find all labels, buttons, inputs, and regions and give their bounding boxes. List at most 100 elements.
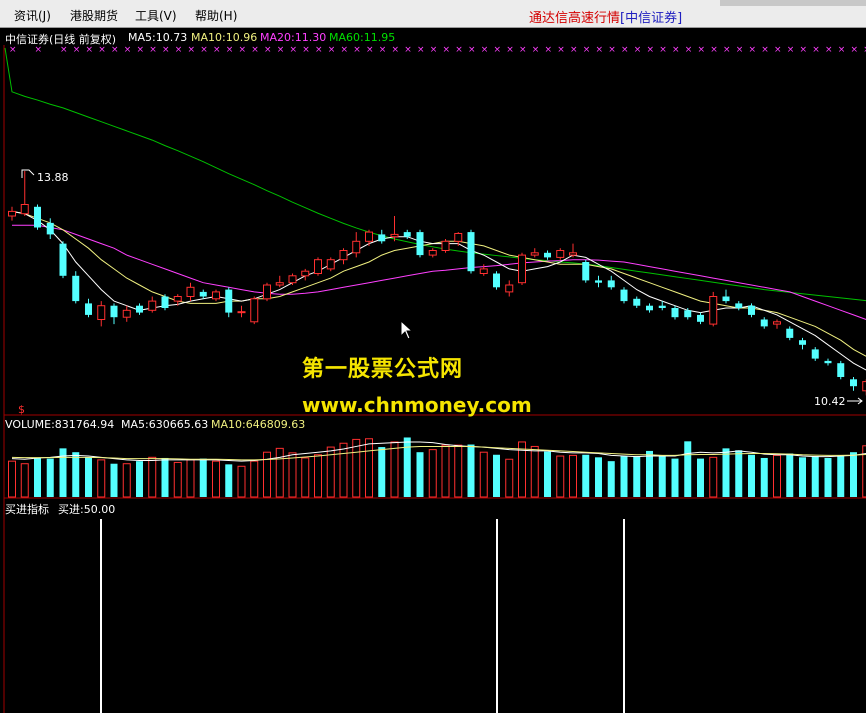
- signal-marker: ×: [481, 45, 489, 55]
- candle-body: [467, 232, 475, 272]
- signal-marker: ×: [277, 45, 285, 55]
- dollar-marker: $: [18, 403, 25, 416]
- volume-bar: [186, 459, 195, 498]
- volume-bar: [479, 451, 488, 498]
- candle-body: [212, 291, 220, 300]
- candle-body: [620, 289, 628, 302]
- candle-body: [748, 305, 755, 315]
- candle-body: [390, 233, 399, 238]
- buy-signal-line: [496, 519, 498, 713]
- high-price-label: 13.88: [37, 171, 69, 184]
- signal-marker: ×: [430, 45, 438, 55]
- signal-marker: ×: [149, 45, 157, 55]
- signal-marker: ×: [264, 45, 272, 55]
- ma60-line: [4, 47, 866, 302]
- candle-body: [288, 275, 297, 284]
- signal-marker: ×: [621, 45, 629, 55]
- candle-body: [837, 363, 845, 377]
- volume-bar: [697, 458, 704, 497]
- signal-marker: ×: [328, 45, 336, 55]
- volume-bar: [595, 457, 602, 497]
- candle-body: [352, 240, 361, 254]
- volume-bar: [85, 457, 92, 497]
- volume-bar: [275, 447, 284, 498]
- candle-body: [263, 284, 271, 300]
- volume-bar: [416, 452, 424, 497]
- candle-body: [378, 234, 386, 242]
- candle-body: [671, 308, 679, 318]
- signal-marker: ×: [9, 45, 17, 55]
- volume-bar: [122, 463, 131, 498]
- candle-body: [301, 270, 310, 277]
- signal-marker: ×: [124, 45, 132, 55]
- volume-bar: [390, 441, 399, 498]
- volume-bar: [378, 447, 386, 497]
- candle-body: [454, 232, 463, 242]
- signal-marker: ×: [545, 45, 553, 55]
- volume-bar: [403, 437, 411, 497]
- candle-body: [518, 254, 526, 284]
- signal-marker: ×: [761, 45, 769, 55]
- volume-bar: [633, 456, 641, 497]
- signal-marker: ×: [749, 45, 757, 55]
- candle-body: [850, 379, 857, 387]
- signal-marker: ×: [532, 45, 540, 55]
- volume-bar: [46, 458, 54, 497]
- volume-bar: [136, 461, 143, 497]
- signal-marker: ×: [162, 45, 170, 55]
- signal-marker: ×: [239, 45, 247, 55]
- volume-bar: [225, 464, 233, 497]
- signal-marker: ×: [404, 45, 412, 55]
- candle-body: [416, 232, 424, 256]
- candle-body: [110, 305, 118, 318]
- volume-bar: [646, 450, 653, 497]
- volume-bar: [569, 454, 577, 498]
- volume-bar: [799, 457, 806, 497]
- candle-body: [735, 303, 743, 308]
- signal-marker: ×: [608, 45, 616, 55]
- signal-marker: ×: [710, 45, 718, 55]
- signal-marker: ×: [111, 45, 119, 55]
- volume-bar: [505, 458, 514, 498]
- volume-bar: [34, 457, 41, 497]
- volume-bar: [556, 455, 565, 498]
- candle-body: [811, 349, 819, 359]
- volume-bar: [173, 461, 182, 498]
- signal-markers: × × × × × × × × × × × × × × × × × × × × × × × × × × × × × × × × × × × × × × × ×…: [9, 45, 866, 55]
- volume-bar: [850, 452, 857, 497]
- volume-bar: [544, 451, 551, 497]
- signal-marker: ×: [659, 45, 667, 55]
- signal-marker: ×: [825, 45, 833, 55]
- signal-marker: ×: [647, 45, 655, 55]
- volume-bar: [250, 460, 259, 498]
- signal-marker: ×: [443, 45, 451, 55]
- signal-marker: ×: [698, 45, 706, 55]
- candle-body: [428, 250, 437, 256]
- candle-body: [607, 280, 615, 288]
- candle-body: [441, 240, 450, 252]
- candle-body: [403, 232, 411, 237]
- volume-bar: [288, 452, 297, 498]
- candle-body: [365, 231, 373, 242]
- watermark-url: www.chnmoney.com: [302, 393, 532, 417]
- candle-body: [314, 259, 322, 275]
- volume-bar: [237, 465, 246, 498]
- volume-bar: [658, 455, 666, 497]
- signal-marker: ×: [723, 45, 731, 55]
- signal-marker: ×: [213, 45, 221, 55]
- signal-marker: ×: [787, 45, 795, 55]
- candle-body: [582, 262, 590, 281]
- volume-bar: [212, 460, 220, 498]
- candle-body: [697, 314, 704, 322]
- ma10-polyline: [11, 210, 866, 357]
- signal-marker: ×: [226, 45, 234, 55]
- candle-body: [237, 311, 246, 314]
- signal-marker: ×: [672, 45, 680, 55]
- signal-marker: ×: [353, 45, 361, 55]
- signal-marker: ×: [302, 45, 310, 55]
- candle-body: [709, 296, 718, 325]
- volume-bar: [684, 441, 692, 497]
- volume-bar: [365, 438, 373, 498]
- candle-body: [633, 298, 641, 306]
- candle-body: [824, 360, 832, 364]
